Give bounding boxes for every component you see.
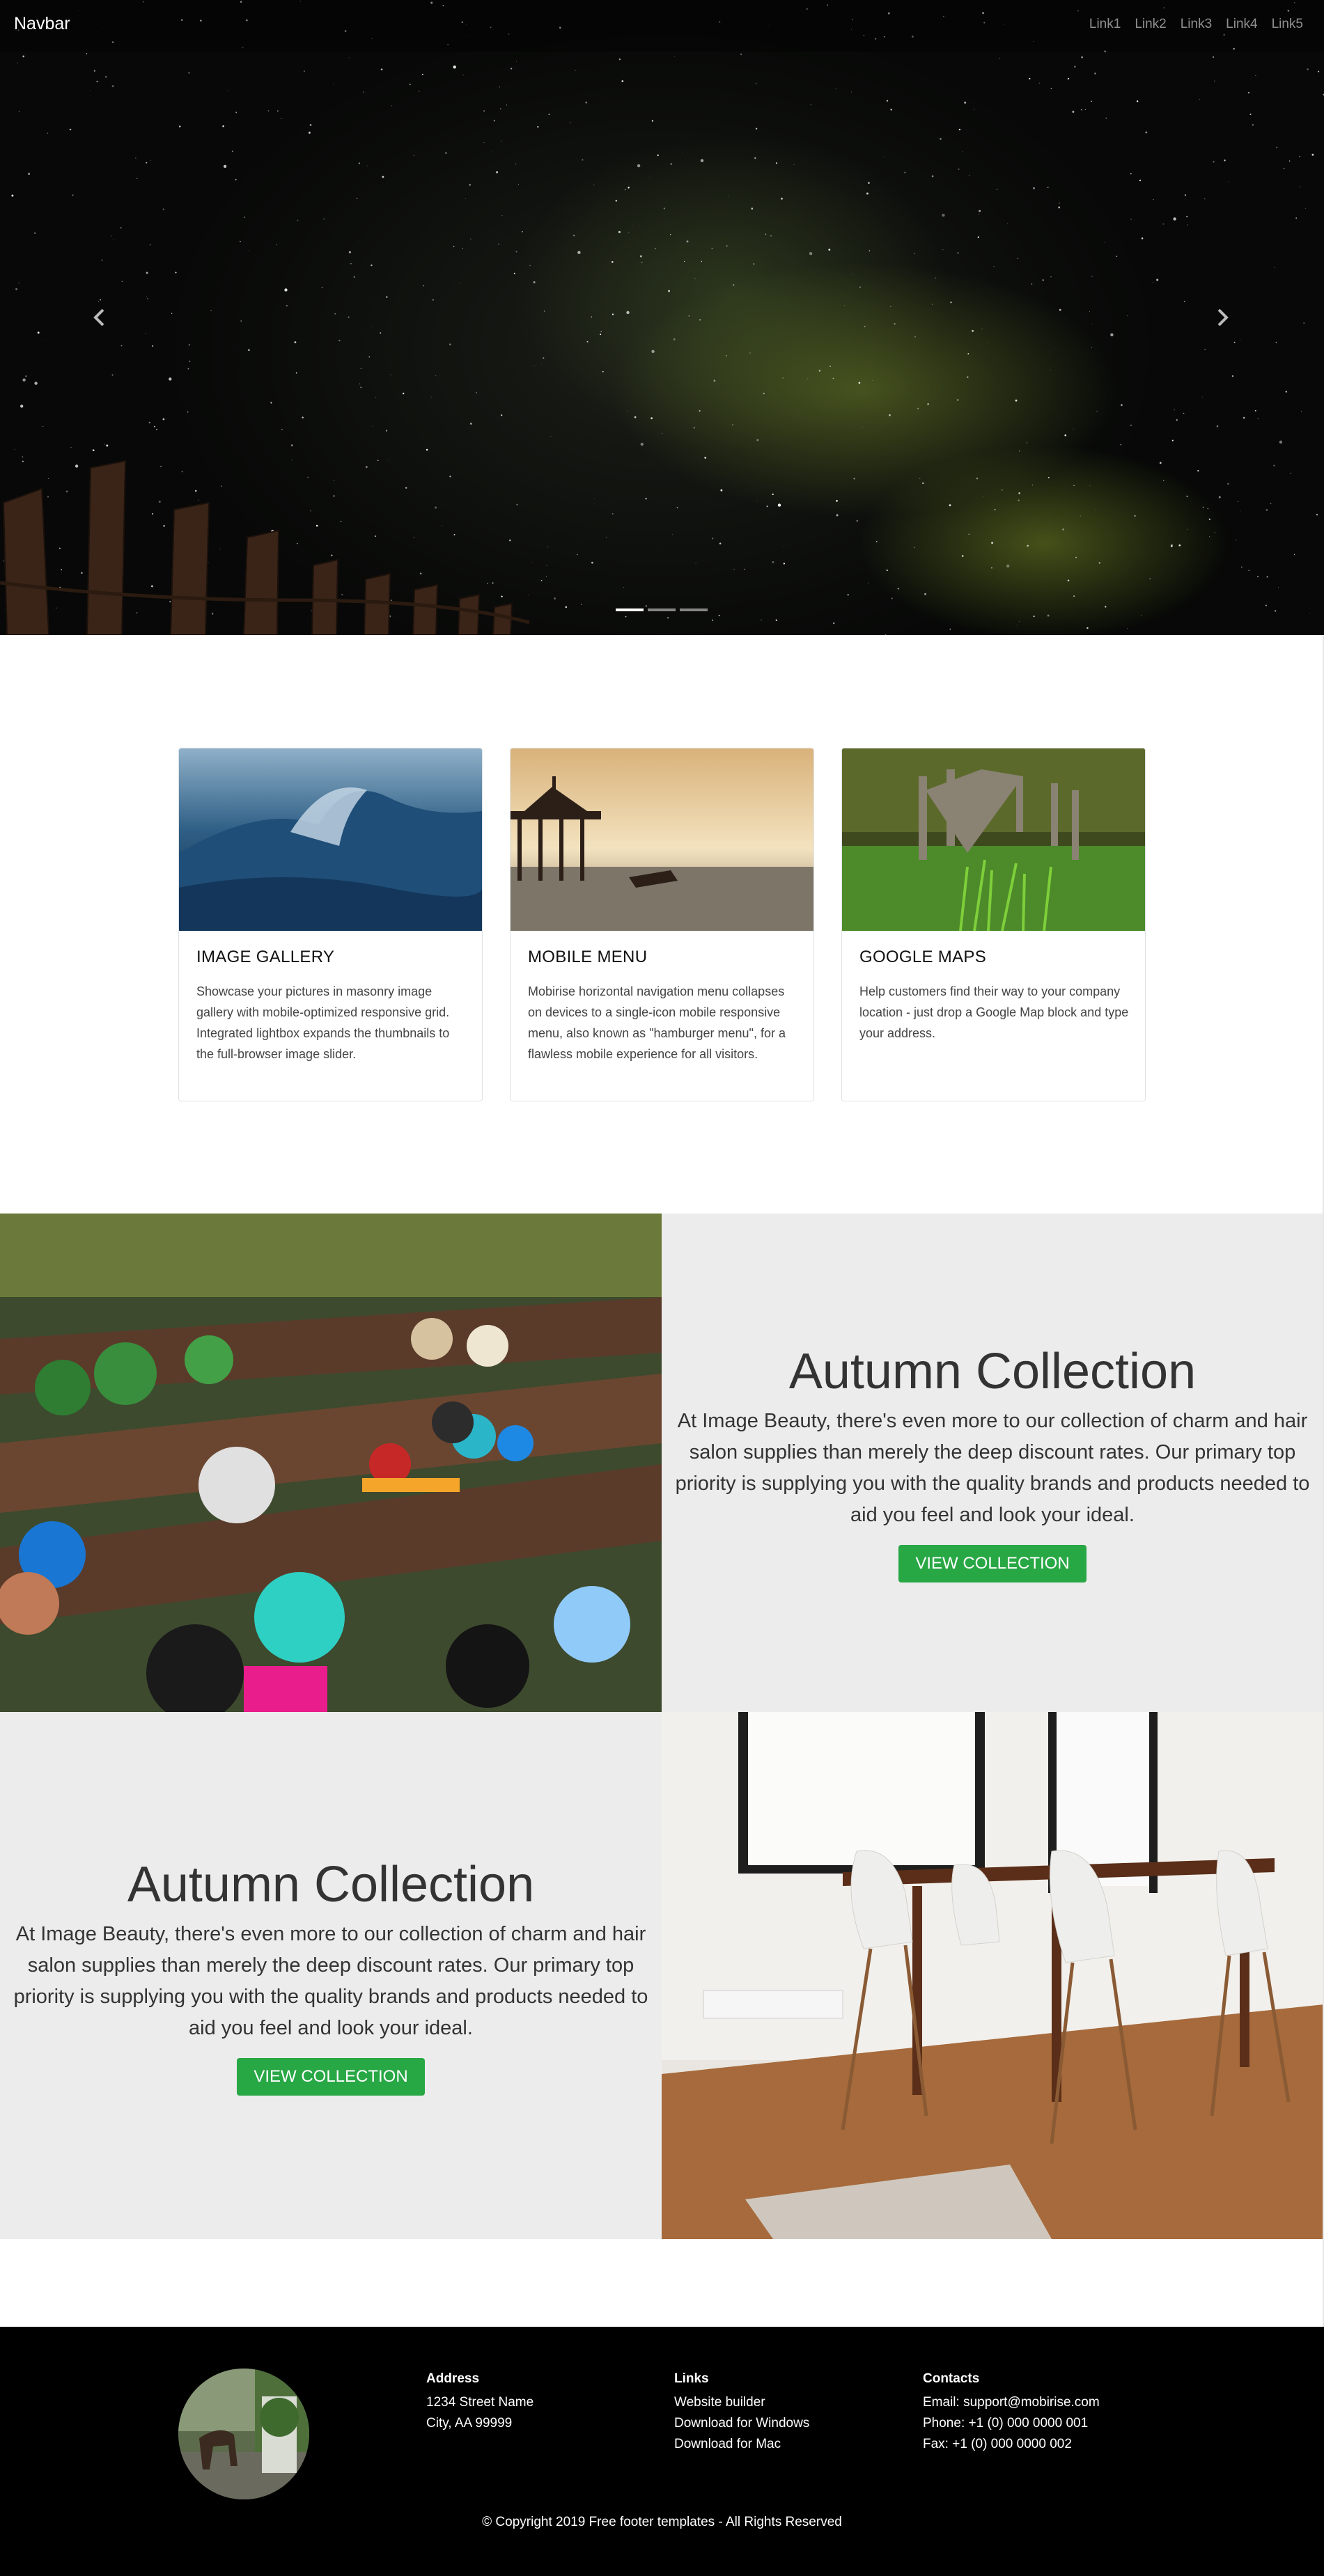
feature-text-panel: Autumn Collection At Image Beauty, there… <box>662 1214 1323 1712</box>
feature-title: Autumn Collection <box>788 1344 1197 1399</box>
carousel-indicator-2[interactable] <box>648 608 676 611</box>
contact-fax: Fax: +1 (0) 000 0000 002 <box>923 2437 1072 2451</box>
footer-logo-image <box>178 2369 309 2499</box>
card-title: IMAGE GALLERY <box>196 948 335 966</box>
card-text: Showcase your pictures in masonry image … <box>196 984 450 1061</box>
footer-heading: Links <box>674 2371 709 2386</box>
carousel-indicator-3[interactable] <box>680 608 708 611</box>
ocean-wave-image <box>179 748 482 931</box>
footer-heading: Address <box>426 2371 480 2386</box>
hero-carousel: Navbar Link1 Link2 Link3 Link4 Link5 <box>0 0 1324 635</box>
card-google-maps: GOOGLE MAPS Help customers find their wa… <box>841 748 1146 1101</box>
nav-link-1[interactable]: Link1 <box>1089 17 1121 32</box>
card-title: GOOGLE MAPS <box>859 948 987 966</box>
contact-email[interactable]: Email: support@mobirise.com <box>923 2392 1100 2413</box>
contact-phone: Phone: +1 (0) 000 0000 001 <box>923 2416 1089 2430</box>
nav-links: Link1 Link2 Link3 Link4 Link5 <box>1075 17 1303 32</box>
footer-link-download-windows[interactable]: Download for Windows <box>674 2413 809 2434</box>
feature-title: Autumn Collection <box>127 1856 535 1913</box>
top-navbar: Navbar Link1 Link2 Link3 Link4 Link5 <box>0 0 1324 52</box>
card-mobile-menu: MOBILE MENU Mobirise horizontal navigati… <box>510 748 814 1101</box>
feature-row-2: Autumn Collection At Image Beauty, there… <box>0 1712 1324 2239</box>
view-collection-button[interactable]: VIEW COLLECTION <box>237 2057 425 2096</box>
card-text: Mobirise horizontal navigation menu coll… <box>528 984 786 1061</box>
fence-posts-silhouette <box>0 460 530 635</box>
feature-cards: IMAGE GALLERY Showcase your pictures in … <box>178 748 1146 1101</box>
footer-heading: Contacts <box>923 2371 980 2386</box>
nav-link-4[interactable]: Link4 <box>1226 17 1257 32</box>
copyright-text: © Copyright 2019 Free footer templates -… <box>482 2515 842 2529</box>
navbar-brand[interactable]: Navbar <box>14 14 70 34</box>
feature-row-1: Autumn Collection At Image Beauty, there… <box>0 1214 1324 1712</box>
nav-link-3[interactable]: Link3 <box>1181 17 1212 32</box>
carousel-indicator-1[interactable] <box>616 608 644 611</box>
carousel-prev-button[interactable] <box>85 304 113 331</box>
address-line: City, AA 99999 <box>426 2416 513 2430</box>
footer-link-download-mac[interactable]: Download for Mac <box>674 2434 809 2455</box>
market-boats-image <box>0 1214 662 1712</box>
footer-contacts: Contacts Email: support@mobirise.com Pho… <box>923 2369 1100 2455</box>
feature-text-panel: Autumn Collection At Image Beauty, there… <box>0 1712 662 2239</box>
pier-sunset-image <box>511 748 813 931</box>
site-footer: Address 1234 Street Name City, AA 99999 … <box>0 2327 1324 2576</box>
footer-address: Address 1234 Street Name City, AA 99999 <box>426 2369 534 2434</box>
carousel-indicators <box>616 608 708 611</box>
address-line: 1234 Street Name <box>426 2395 534 2410</box>
chevron-right-icon <box>1217 308 1229 327</box>
footer-link-website-builder[interactable]: Website builder <box>674 2392 809 2413</box>
dining-room-image <box>662 1712 1323 2239</box>
card-title: MOBILE MENU <box>528 948 648 966</box>
card-image-gallery: IMAGE GALLERY Showcase your pictures in … <box>178 748 483 1101</box>
footer-links: Links Website builder Download for Windo… <box>674 2369 809 2455</box>
view-collection-button[interactable]: VIEW COLLECTION <box>898 1545 1087 1582</box>
nav-link-2[interactable]: Link2 <box>1135 17 1166 32</box>
feature-text: At Image Beauty, there's even more to ou… <box>13 1922 648 2039</box>
chevron-left-icon <box>93 308 104 327</box>
feature-text: At Image Beauty, there's even more to ou… <box>675 1410 1310 1526</box>
card-text: Help customers find their way to your co… <box>859 984 1129 1040</box>
wooden-dock-image <box>842 748 1145 932</box>
carousel-next-button[interactable] <box>1209 304 1237 331</box>
nav-link-5[interactable]: Link5 <box>1272 17 1303 32</box>
